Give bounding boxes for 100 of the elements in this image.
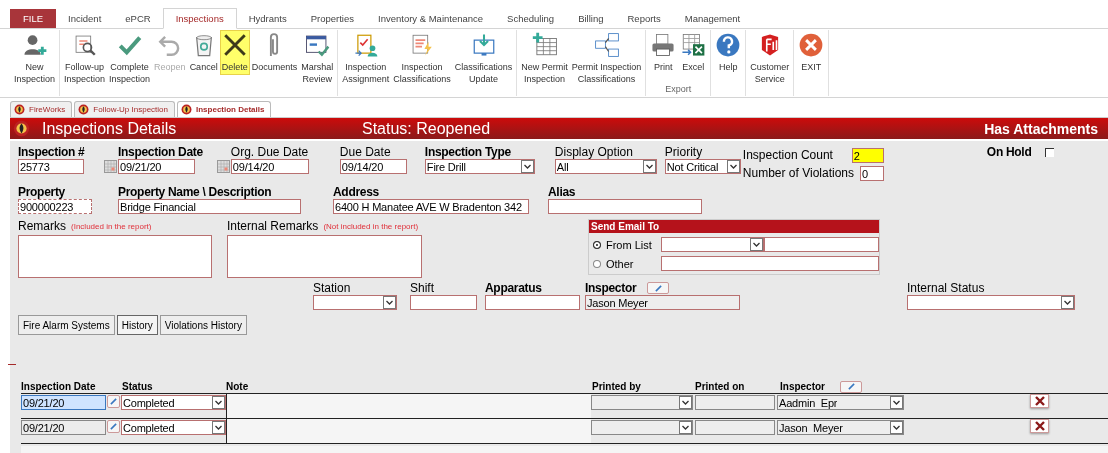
- remarks-field[interactable]: [18, 235, 212, 278]
- document-tab[interactable]: Inspection Details: [177, 101, 272, 117]
- subform-tab[interactable]: Fire Alarm Systems: [18, 315, 115, 335]
- text-field[interactable]: [695, 420, 775, 435]
- text-field[interactable]: 25773: [18, 159, 84, 174]
- date-field[interactable]: 09/21/20: [118, 159, 195, 174]
- dropdown-caret-icon[interactable]: [679, 421, 692, 434]
- dropdown-field[interactable]: [591, 395, 693, 410]
- dropdown-caret-icon[interactable]: [1061, 296, 1074, 309]
- ribbon-button[interactable]: Excel: [678, 30, 709, 75]
- text-field[interactable]: Bridge Financial: [118, 199, 301, 214]
- dropdown-caret-icon[interactable]: [212, 421, 225, 434]
- ribbon-button[interactable]: Print: [648, 30, 679, 75]
- clipboard-person-icon: [352, 32, 379, 58]
- text-field[interactable]: [548, 199, 702, 214]
- dropdown-field[interactable]: [313, 295, 397, 310]
- ribbon-tab[interactable]: Reports: [615, 9, 673, 28]
- radio-button[interactable]: [593, 259, 601, 268]
- ribbon-button[interactable]: Inspection Assignment: [340, 30, 392, 87]
- dropdown-caret-icon[interactable]: [383, 296, 396, 309]
- text-field[interactable]: [660, 256, 879, 271]
- date-field[interactable]: 09/21/20: [21, 395, 106, 410]
- calendar-check-icon: [304, 32, 331, 58]
- dropdown-field[interactable]: Fire Drill: [424, 159, 535, 174]
- dropdown-caret-icon[interactable]: [679, 396, 692, 409]
- ribbon-tab[interactable]: Management: [672, 9, 753, 28]
- dropdown-caret-icon[interactable]: [726, 160, 740, 173]
- dropdown-field[interactable]: Jason Meyer: [777, 420, 904, 435]
- date-field[interactable]: 09/14/20: [339, 159, 407, 174]
- ribbon-button[interactable]: New Permit Inspection: [519, 30, 570, 87]
- date-field[interactable]: 09/14/20: [230, 159, 309, 174]
- dropdown-caret-icon[interactable]: [890, 396, 903, 409]
- ribbon-tab[interactable]: ePCR: [113, 9, 163, 28]
- radio-button[interactable]: [593, 240, 601, 249]
- delete-button[interactable]: [1030, 394, 1049, 408]
- subform-tab[interactable]: History: [116, 315, 158, 335]
- dropdown-field[interactable]: Completed: [121, 395, 226, 410]
- field-note: (Included in the report): [71, 221, 152, 231]
- dropdown-caret-icon[interactable]: [642, 160, 656, 173]
- ribbon-button[interactable]: Permit Inspection Classifications: [569, 30, 644, 87]
- text-field[interactable]: Jason Meyer: [585, 295, 740, 310]
- document-tab[interactable]: Follow-Up Inspection: [74, 101, 175, 117]
- date-field[interactable]: 09/21/20: [21, 420, 106, 435]
- text-field[interactable]: 900000223: [18, 199, 92, 214]
- ribbon-tab[interactable]: Incident: [56, 9, 114, 28]
- field-label: Address: [333, 185, 380, 199]
- ribbon-button[interactable]: Help: [713, 30, 744, 75]
- edit-button[interactable]: [107, 420, 120, 433]
- ribbon-button[interactable]: Complete Inspection: [107, 30, 153, 87]
- document-tab[interactable]: FireWorks: [10, 101, 73, 117]
- column-header: Printed by: [592, 381, 642, 392]
- delete-button[interactable]: [1030, 419, 1049, 433]
- spreadsheet-icon: [680, 32, 707, 58]
- ribbon-button[interactable]: Classifications Update: [452, 30, 515, 87]
- edit-button[interactable]: [107, 395, 120, 408]
- ribbon-tab[interactable]: Inspections: [162, 8, 237, 29]
- ribbon-button[interactable]: Customer Service: [748, 30, 792, 87]
- file-tab[interactable]: FILE: [10, 9, 56, 28]
- calendar-icon[interactable]: [216, 160, 230, 173]
- ribbon-button[interactable]: Marshal Review: [299, 30, 336, 87]
- edit-button[interactable]: [647, 282, 670, 294]
- ribbon-button[interactable]: Follow-up Inspection: [62, 30, 108, 87]
- ribbon-button[interactable]: Cancel: [187, 30, 220, 75]
- dropdown-field[interactable]: [660, 237, 765, 252]
- edit-button[interactable]: [840, 380, 862, 393]
- ribbon-button[interactable]: Inspection Classifications: [391, 30, 453, 87]
- dropdown-field[interactable]: Completed: [121, 420, 226, 435]
- count-field[interactable]: 2: [851, 148, 884, 163]
- dropdown-field[interactable]: Aadmin Epr: [777, 395, 904, 410]
- dropdown-caret-icon[interactable]: [890, 421, 903, 434]
- text-field[interactable]: 6400 H Manatee AVE W Bradenton 342: [333, 199, 529, 214]
- ribbon-tab[interactable]: Hydrants: [236, 9, 299, 28]
- text-field[interactable]: [410, 295, 477, 310]
- text-field[interactable]: [485, 295, 580, 310]
- text-field[interactable]: [764, 237, 879, 252]
- group-label: Export: [665, 84, 692, 94]
- close-icon: [1034, 421, 1045, 431]
- ribbon-tab[interactable]: Billing: [566, 9, 616, 28]
- dropdown-field[interactable]: Not Critical: [664, 159, 741, 174]
- ribbon-button[interactable]: New Inspection: [12, 30, 58, 87]
- dropdown-caret-icon[interactable]: [212, 396, 225, 409]
- dropdown-field[interactable]: All: [554, 159, 657, 174]
- text-field[interactable]: [695, 395, 775, 410]
- ribbon-tab[interactable]: Properties: [298, 9, 366, 28]
- ribbon-button[interactable]: Delete: [219, 30, 250, 75]
- dropdown-caret-icon[interactable]: [520, 160, 534, 173]
- ribbon-button[interactable]: Documents: [249, 30, 300, 75]
- count-field[interactable]: 0: [860, 166, 884, 181]
- ribbon-tab[interactable]: Inventory & Maintenance: [366, 9, 496, 28]
- dropdown-field[interactable]: [907, 295, 1075, 310]
- ribbon-tab[interactable]: Scheduling: [495, 9, 567, 28]
- field-label: Inspection Date: [118, 145, 203, 159]
- dropdown-caret-icon[interactable]: [750, 238, 764, 251]
- dropdown-field[interactable]: [591, 420, 693, 435]
- remarks-field[interactable]: [227, 235, 422, 278]
- field-label: Property: [18, 185, 66, 199]
- subform-tab[interactable]: Violations History: [159, 315, 247, 335]
- table-add-icon: [531, 32, 558, 58]
- ribbon-button[interactable]: EXIT: [796, 30, 827, 75]
- checkbox[interactable]: [1045, 147, 1055, 157]
